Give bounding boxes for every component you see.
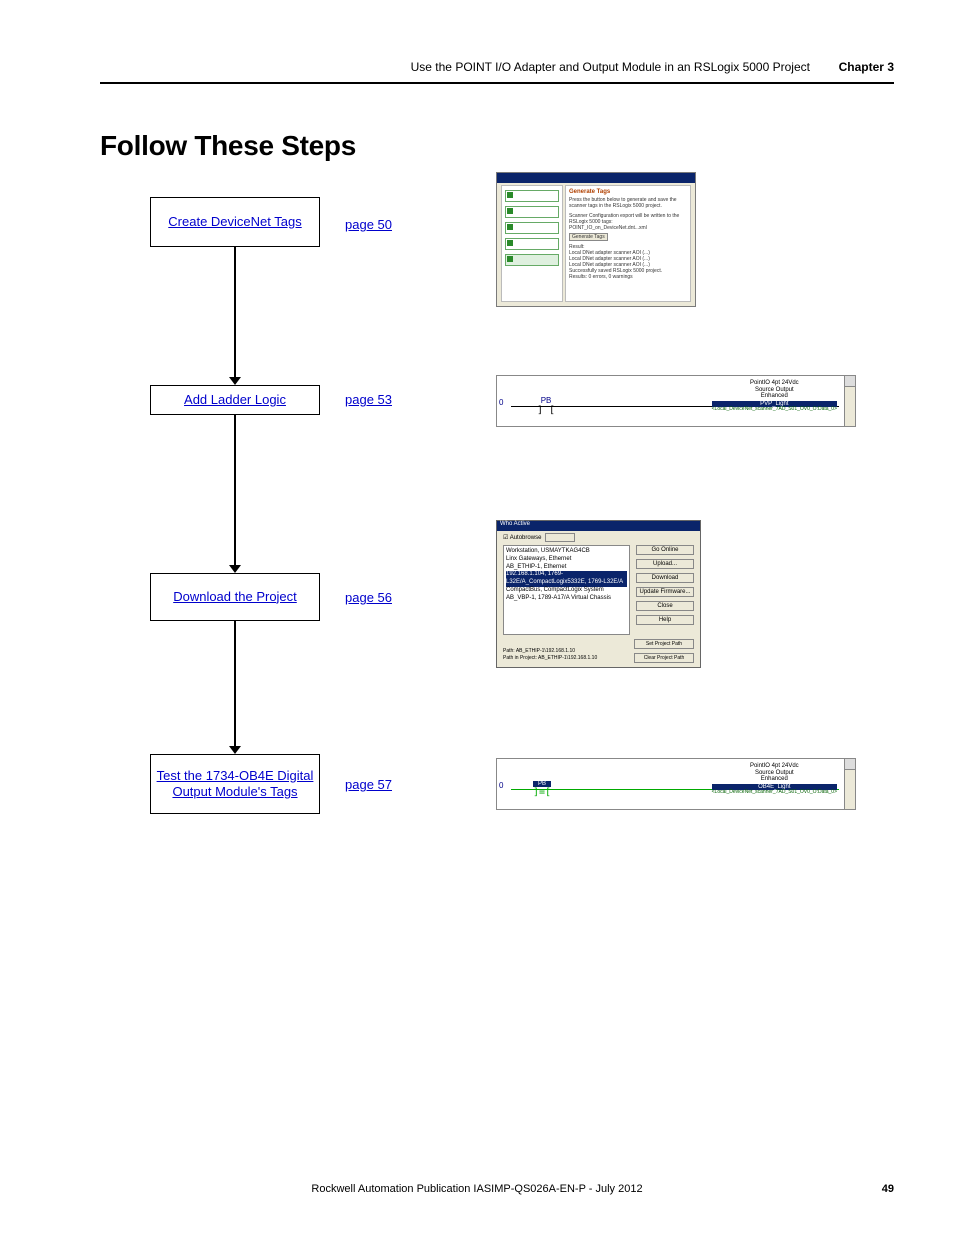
window-title: Who Active — [500, 521, 530, 527]
autobrowse-checkbox[interactable]: ☑ Autobrowse — [503, 533, 575, 542]
instr-tag-long: <Local_DeviceNet_scanner_7AD_S01_OV0_O:D… — [712, 790, 837, 796]
wizard-step — [505, 222, 559, 234]
screenshot-who-active: Who Active ☑ Autobrowse Workstation, USM… — [496, 520, 701, 668]
rung-number: 0 — [499, 781, 503, 790]
publication-footer: Rockwell Automation Publication IASIMP-Q… — [0, 1183, 954, 1195]
clear-project-path-button[interactable]: Clear Project Path — [634, 653, 694, 663]
window-titlebar — [497, 173, 695, 183]
scroll-up-icon[interactable] — [845, 376, 855, 387]
wizard-step — [505, 238, 559, 250]
page-ref-link[interactable]: page 50 — [345, 217, 392, 232]
flow-step-label: Test the 1734-OB4E Digital Output Module… — [155, 768, 315, 801]
xio-contact-icon: ] [ — [537, 405, 555, 416]
tree-node[interactable]: Linx Gateways, Ethernet — [506, 556, 627, 564]
flow-step-label: Create DeviceNet Tags — [168, 214, 301, 230]
upload-button[interactable]: Upload... — [636, 559, 694, 569]
scrollbar[interactable] — [844, 376, 855, 426]
screenshot-generate-tags: Generate Tags Press the button below to … — [496, 172, 696, 307]
flow-step-add-ladder-logic[interactable]: Add Ladder Logic — [150, 385, 320, 415]
contact-label: PB — [537, 396, 555, 405]
wizard-step — [505, 206, 559, 218]
wizard-step-active — [505, 254, 559, 266]
wizard-subtext: Press the button below to generate and s… — [569, 197, 687, 209]
tree-node[interactable]: AB_ETHIP-1, Ethernet — [506, 564, 627, 572]
page-ref-link[interactable]: page 57 — [345, 777, 392, 792]
device-tree[interactable]: Workstation, USMAYTKAG4CB Linx Gateways,… — [503, 545, 630, 635]
wizard-steps-panel — [501, 185, 563, 302]
generate-tags-button[interactable]: Generate Tags — [569, 233, 608, 241]
rung-output-instr: PointIO 4pt 24Vdc Source Output Enhanced… — [712, 380, 837, 413]
who-active-buttons: Go Online Upload... Download Update Firm… — [636, 545, 694, 629]
page-title: Follow These Steps — [100, 130, 356, 162]
flow-step-label: Download the Project — [173, 589, 297, 605]
flow-arrowhead — [229, 746, 241, 754]
download-button[interactable]: Download — [636, 573, 694, 583]
instr-tag-long: <Local_DeviceNet_scanner_7AD_S01_OV0_O:D… — [712, 407, 837, 413]
flow-step-label: Add Ladder Logic — [184, 392, 286, 408]
window-titlebar: Who Active — [497, 521, 700, 531]
flow-step-download-project[interactable]: Download the Project — [150, 573, 320, 621]
screenshot-ladder-rung-test: 0 PB ]=[ PointIO 4pt 24Vdc Source Output… — [496, 758, 856, 810]
page-number: 49 — [882, 1183, 894, 1195]
wizard-result: Result: Local DNet adapter scanner AOI (… — [569, 244, 687, 280]
refresh-button[interactable] — [545, 533, 575, 542]
update-firmware-button[interactable]: Update Firmware... — [636, 587, 694, 597]
close-button[interactable]: Close — [636, 601, 694, 611]
xio-contact-icon: ]=[ — [533, 787, 551, 798]
wizard-step — [505, 190, 559, 202]
screenshot-ladder-rung: 0 PB ] [ PointIO 4pt 24Vdc Source Output… — [496, 375, 856, 427]
tree-node[interactable]: CompactBus, CompactLogix System — [506, 587, 627, 595]
flow-arrowhead — [229, 377, 241, 385]
page-ref-link[interactable]: page 56 — [345, 590, 392, 605]
wizard-main-panel: Generate Tags Press the button below to … — [565, 185, 691, 302]
scroll-up-icon[interactable] — [845, 759, 855, 770]
wizard-heading: Generate Tags — [569, 189, 687, 195]
set-project-path-button[interactable]: Set Project Path — [634, 639, 694, 649]
page-ref-link[interactable]: page 53 — [345, 392, 392, 407]
header-rule — [100, 82, 894, 84]
rung-output-instr: PointIO 4pt 24Vdc Source Output Enhanced… — [712, 763, 837, 796]
rung-number: 0 — [499, 398, 503, 407]
running-header: Use the POINT I/O Adapter and Output Mod… — [411, 60, 894, 74]
go-online-button[interactable]: Go Online — [636, 545, 694, 555]
flow-arrowhead — [229, 565, 241, 573]
rung-contact: PB ] [ — [537, 396, 555, 416]
flow-step-create-devicenet-tags[interactable]: Create DeviceNet Tags — [150, 197, 320, 247]
path-info: Path: AB_ETHIP-1\192.168.1.10 Path in Pr… — [503, 648, 630, 661]
rung-contact: PB ]=[ — [533, 781, 551, 798]
header-section: Use the POINT I/O Adapter and Output Mod… — [411, 60, 810, 74]
tree-node-selected[interactable]: 192.168.1.104, 1769-L32E/A_CompactLogix5… — [506, 571, 627, 587]
flow-connector — [234, 621, 236, 746]
flow-step-test-module-tags[interactable]: Test the 1734-OB4E Digital Output Module… — [150, 754, 320, 814]
tree-node[interactable]: Workstation, USMAYTKAG4CB — [506, 548, 627, 556]
flow-connector — [234, 415, 236, 565]
scrollbar[interactable] — [844, 759, 855, 809]
help-button[interactable]: Help — [636, 615, 694, 625]
wizard-scanner-line: Scanner Configuration export will be wri… — [569, 213, 687, 231]
header-chapter: Chapter 3 — [839, 60, 894, 74]
tree-node[interactable]: AB_VBP-1, 1789-A17/A Virtual Chassis — [506, 595, 627, 603]
flow-connector — [234, 247, 236, 377]
